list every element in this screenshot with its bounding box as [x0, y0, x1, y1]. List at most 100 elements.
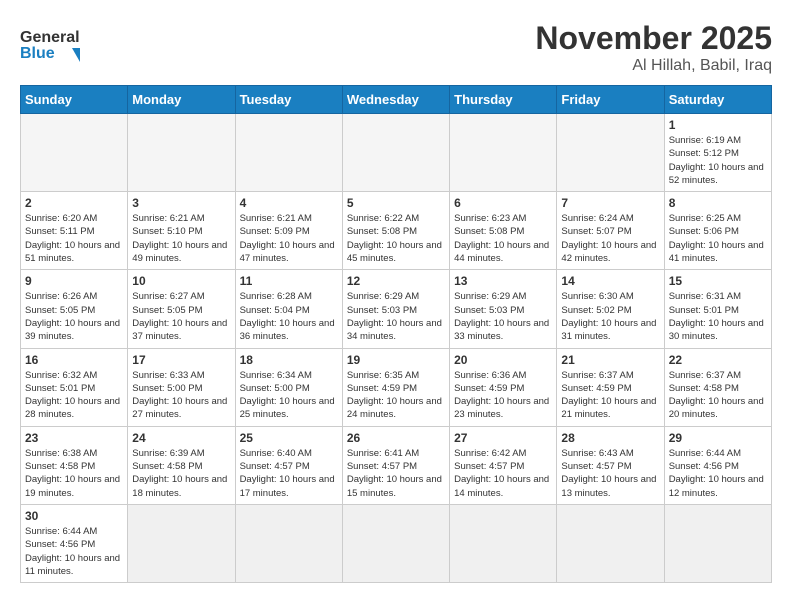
calendar-cell: 30 Sunrise: 6:44 AM Sunset: 4:56 PM Dayli…: [21, 504, 128, 582]
day-info: Sunrise: 6:37 AM Sunset: 4:58 PM Dayligh…: [669, 369, 767, 422]
calendar-weekday-header: Wednesday: [342, 86, 449, 114]
day-info: Sunrise: 6:42 AM Sunset: 4:57 PM Dayligh…: [454, 447, 552, 500]
calendar-cell: 5 Sunrise: 6:22 AM Sunset: 5:08 PM Daylig…: [342, 192, 449, 270]
title-block: November 2025 Al Hillah, Babil, Iraq: [535, 20, 772, 75]
day-number: 22: [669, 353, 767, 367]
calendar-cell: 20Sunrise: 6:36 AM Sunset: 4:59 PM Dayli…: [450, 348, 557, 426]
day-info: Sunrise: 6:26 AM Sunset: 5:05 PM Dayligh…: [25, 290, 123, 343]
calendar-cell: [450, 504, 557, 582]
calendar-cell: 6Sunrise: 6:23 AM Sunset: 5:08 PM Daylig…: [450, 192, 557, 270]
day-info: Sunrise: 6:38 AM Sunset: 4:58 PM Dayligh…: [25, 447, 123, 500]
calendar-cell: 2 Sunrise: 6:20 AM Sunset: 5:11 PM Daylig…: [21, 192, 128, 270]
calendar-cell: 14 Sunrise: 6:30 AM Sunset: 5:02 PM Dayli…: [557, 270, 664, 348]
day-info: Sunrise: 6:32 AM Sunset: 5:01 PM Dayligh…: [25, 369, 123, 422]
day-number: 5: [347, 196, 445, 210]
calendar-weekday-header: Thursday: [450, 86, 557, 114]
calendar-cell: 4 Sunrise: 6:21 AM Sunset: 5:09 PM Daylig…: [235, 192, 342, 270]
day-info: Sunrise: 6:34 AM Sunset: 5:00 PM Dayligh…: [240, 369, 338, 422]
calendar-cell: 23Sunrise: 6:38 AM Sunset: 4:58 PM Dayli…: [21, 426, 128, 504]
day-number: 24: [132, 431, 230, 445]
day-info: Sunrise: 6:27 AM Sunset: 5:05 PM Dayligh…: [132, 290, 230, 343]
day-number: 21: [561, 353, 659, 367]
day-info: Sunrise: 6:35 AM Sunset: 4:59 PM Dayligh…: [347, 369, 445, 422]
calendar-weekday-header: Tuesday: [235, 86, 342, 114]
calendar-cell: 17Sunrise: 6:33 AM Sunset: 5:00 PM Dayli…: [128, 348, 235, 426]
calendar-cell: 15 Sunrise: 6:31 AM Sunset: 5:01 PM Dayli…: [664, 270, 771, 348]
calendar-cell: [557, 114, 664, 192]
calendar-cell: 8 Sunrise: 6:25 AM Sunset: 5:06 PM Daylig…: [664, 192, 771, 270]
day-info: Sunrise: 6:24 AM Sunset: 5:07 PM Dayligh…: [561, 212, 659, 265]
day-info: Sunrise: 6:36 AM Sunset: 4:59 PM Dayligh…: [454, 369, 552, 422]
day-info: Sunrise: 6:43 AM Sunset: 4:57 PM Dayligh…: [561, 447, 659, 500]
day-number: 19: [347, 353, 445, 367]
calendar-cell: 10 Sunrise: 6:27 AM Sunset: 5:05 PM Dayli…: [128, 270, 235, 348]
calendar-cell: 12Sunrise: 6:29 AM Sunset: 5:03 PM Dayli…: [342, 270, 449, 348]
day-info: Sunrise: 6:23 AM Sunset: 5:08 PM Dayligh…: [454, 212, 552, 265]
day-number: 8: [669, 196, 767, 210]
calendar-weekday-header: Saturday: [664, 86, 771, 114]
day-number: 14: [561, 274, 659, 288]
calendar-cell: 3 Sunrise: 6:21 AM Sunset: 5:10 PM Daylig…: [128, 192, 235, 270]
day-info: Sunrise: 6:44 AM Sunset: 4:56 PM Dayligh…: [669, 447, 767, 500]
calendar-header-row: SundayMondayTuesdayWednesdayThursdayFrid…: [21, 86, 772, 114]
day-number: 1: [669, 118, 767, 132]
calendar-cell: 29Sunrise: 6:44 AM Sunset: 4:56 PM Dayli…: [664, 426, 771, 504]
day-number: 27: [454, 431, 552, 445]
day-number: 13: [454, 274, 552, 288]
day-info: Sunrise: 6:40 AM Sunset: 4:57 PM Dayligh…: [240, 447, 338, 500]
day-number: 17: [132, 353, 230, 367]
day-info: Sunrise: 6:44 AM Sunset: 4:56 PM Dayligh…: [25, 525, 123, 578]
calendar-weekday-header: Monday: [128, 86, 235, 114]
calendar-cell: 24 Sunrise: 6:39 AM Sunset: 4:58 PM Dayli…: [128, 426, 235, 504]
calendar-weekday-header: Sunday: [21, 86, 128, 114]
calendar-cell: 19 Sunrise: 6:35 AM Sunset: 4:59 PM Dayli…: [342, 348, 449, 426]
calendar-week-row: 30 Sunrise: 6:44 AM Sunset: 4:56 PM Dayli…: [21, 504, 772, 582]
calendar-week-row: 2 Sunrise: 6:20 AM Sunset: 5:11 PM Daylig…: [21, 192, 772, 270]
calendar-cell: 26Sunrise: 6:41 AM Sunset: 4:57 PM Dayli…: [342, 426, 449, 504]
calendar-cell: [450, 114, 557, 192]
svg-text:Blue: Blue: [20, 45, 55, 62]
calendar-cell: [342, 504, 449, 582]
calendar-cell: 28 Sunrise: 6:43 AM Sunset: 4:57 PM Dayli…: [557, 426, 664, 504]
calendar-cell: 16Sunrise: 6:32 AM Sunset: 5:01 PM Dayli…: [21, 348, 128, 426]
calendar-table: SundayMondayTuesdayWednesdayThursdayFrid…: [20, 85, 772, 583]
calendar-week-row: 1 Sunrise: 6:19 AM Sunset: 5:12 PM Daylig…: [21, 114, 772, 192]
calendar-cell: [235, 504, 342, 582]
day-number: 15: [669, 274, 767, 288]
calendar-cell: 9Sunrise: 6:26 AM Sunset: 5:05 PM Daylig…: [21, 270, 128, 348]
day-info: Sunrise: 6:37 AM Sunset: 4:59 PM Dayligh…: [561, 369, 659, 422]
day-info: Sunrise: 6:30 AM Sunset: 5:02 PM Dayligh…: [561, 290, 659, 343]
day-number: 11: [240, 274, 338, 288]
day-info: Sunrise: 6:25 AM Sunset: 5:06 PM Dayligh…: [669, 212, 767, 265]
day-info: Sunrise: 6:28 AM Sunset: 5:04 PM Dayligh…: [240, 290, 338, 343]
calendar-cell: [342, 114, 449, 192]
calendar-cell: [664, 504, 771, 582]
calendar-cell: 27 Sunrise: 6:42 AM Sunset: 4:57 PM Dayli…: [450, 426, 557, 504]
day-info: Sunrise: 6:31 AM Sunset: 5:01 PM Dayligh…: [669, 290, 767, 343]
day-info: Sunrise: 6:19 AM Sunset: 5:12 PM Dayligh…: [669, 134, 767, 187]
calendar-weekday-header: Friday: [557, 86, 664, 114]
day-info: Sunrise: 6:22 AM Sunset: 5:08 PM Dayligh…: [347, 212, 445, 265]
day-info: Sunrise: 6:20 AM Sunset: 5:11 PM Dayligh…: [25, 212, 123, 265]
day-number: 4: [240, 196, 338, 210]
day-info: Sunrise: 6:21 AM Sunset: 5:10 PM Dayligh…: [132, 212, 230, 265]
day-number: 25: [240, 431, 338, 445]
day-number: 28: [561, 431, 659, 445]
calendar-cell: 25 Sunrise: 6:40 AM Sunset: 4:57 PM Dayli…: [235, 426, 342, 504]
calendar-cell: 11 Sunrise: 6:28 AM Sunset: 5:04 PM Dayli…: [235, 270, 342, 348]
logo: General Blue: [20, 20, 80, 65]
page-header: General Blue November 2025 Al Hillah, Ba…: [20, 20, 772, 75]
day-info: Sunrise: 6:21 AM Sunset: 5:09 PM Dayligh…: [240, 212, 338, 265]
calendar-week-row: 9Sunrise: 6:26 AM Sunset: 5:05 PM Daylig…: [21, 270, 772, 348]
day-info: Sunrise: 6:39 AM Sunset: 4:58 PM Dayligh…: [132, 447, 230, 500]
day-number: 3: [132, 196, 230, 210]
logo-icon: General Blue: [20, 20, 80, 65]
day-number: 18: [240, 353, 338, 367]
day-number: 30: [25, 509, 123, 523]
day-number: 10: [132, 274, 230, 288]
calendar-cell: [128, 114, 235, 192]
day-number: 2: [25, 196, 123, 210]
calendar-week-row: 23Sunrise: 6:38 AM Sunset: 4:58 PM Dayli…: [21, 426, 772, 504]
calendar-cell: 13Sunrise: 6:29 AM Sunset: 5:03 PM Dayli…: [450, 270, 557, 348]
calendar-cell: [128, 504, 235, 582]
